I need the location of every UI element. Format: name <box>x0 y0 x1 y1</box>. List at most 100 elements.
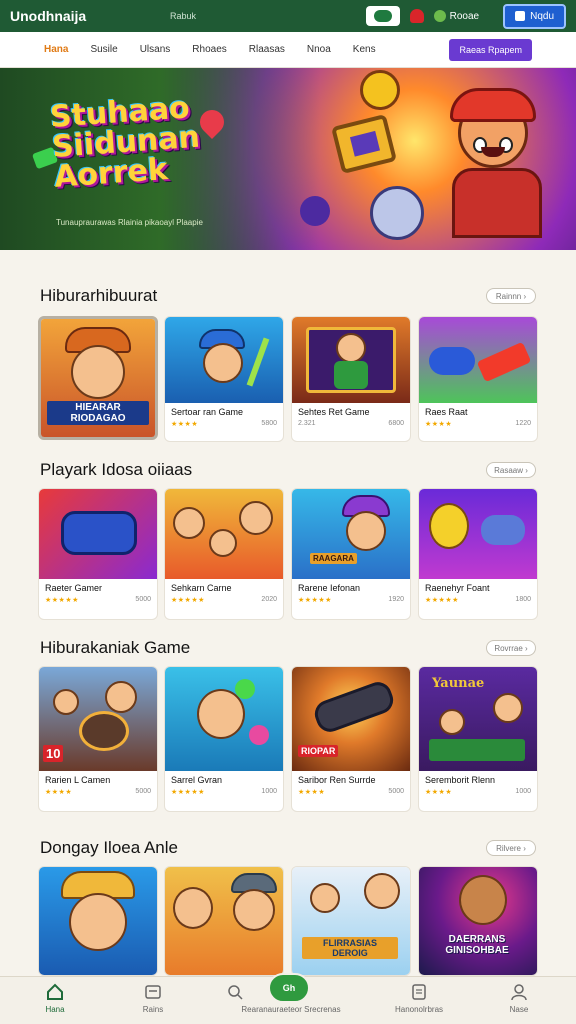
bottom-nav-games[interactable]: Rains <box>108 983 198 1014</box>
game-card[interactable]: Raes Raat ★★★★ 1220 <box>418 316 538 442</box>
login-button[interactable]: Nqdu <box>503 3 566 29</box>
brand-logo[interactable]: Unodhnaija <box>10 8 130 24</box>
mascot-mouth <box>481 147 505 157</box>
search-field[interactable]: Rabuk <box>170 11 350 21</box>
game-meta-row: ★★★★ 5000 <box>39 785 157 796</box>
gamepad-icon <box>429 347 475 375</box>
gamepad-icon <box>481 515 525 545</box>
register-button[interactable]: Raeas Rpapem <box>449 38 532 61</box>
nav-item-5[interactable]: Rlaasas <box>249 44 285 55</box>
nav-item-2[interactable]: Susile <box>90 44 117 55</box>
nav-item-4[interactable]: Rhoaes <box>192 44 226 55</box>
play-count: 1220 <box>515 420 531 427</box>
game-card[interactable]: Raenehyr Foant ★★★★★ 1800 <box>418 488 538 620</box>
play-count: 1000 <box>515 788 531 795</box>
bottom-nav-library[interactable]: Hanonolrbras <box>374 983 464 1014</box>
bottom-nav-home[interactable]: Hana <box>10 983 100 1014</box>
character-face <box>105 681 137 713</box>
game-card[interactable]: Yaunae Seremborit Rlenn ★★★★ 1000 <box>418 666 538 812</box>
see-more-button[interactable]: Rilvere › <box>486 840 536 856</box>
coin-balance[interactable]: Rooae <box>433 10 480 22</box>
play-count: 5800 <box>261 420 277 427</box>
game-card[interactable] <box>38 866 158 976</box>
game-card[interactable]: HIEARAR RIODAGAO <box>38 316 158 440</box>
game-logo-text: Yaunae <box>432 676 485 691</box>
mushroom-icon[interactable] <box>409 9 424 23</box>
game-card[interactable]: Sehtes Ret Game 2.321 6800 <box>291 316 411 442</box>
game-meta-row: ★★★★ 5800 <box>165 417 283 428</box>
game-logo-text: 10 <box>43 745 64 762</box>
nav-item-6[interactable]: Nnoa <box>307 44 331 55</box>
see-more-label: Rilvere <box>496 843 521 853</box>
section-3: Hiburakaniak Game Rovrrae › 10 Rarien L … <box>0 636 576 816</box>
nav-item-7[interactable]: Kens <box>353 44 376 55</box>
section-4: Dongay Iloea Anle Rilvere › FLIRRASIAS D… <box>0 836 576 976</box>
play-center-button[interactable]: Gh <box>268 973 310 1003</box>
play-count: 5000 <box>135 596 151 603</box>
character-face <box>310 883 340 913</box>
see-more-label: Rovrrae <box>494 643 523 653</box>
rating-stars: ★★★★★ <box>171 789 205 796</box>
bottom-nav-label: Nase <box>509 1005 529 1014</box>
game-card[interactable]: RAAGARA Rarene Iefonan ★★★★★ 1920 <box>291 488 411 620</box>
character-face <box>209 529 237 557</box>
game-card[interactable]: Sehkarn Carne ★★★★★ 2020 <box>164 488 284 620</box>
game-meta-row: ★★★★ 1220 <box>419 417 537 428</box>
bottom-nav-profile[interactable]: Nase <box>474 983 564 1014</box>
user-icon <box>515 11 526 21</box>
nav-item-3[interactable]: Ulsans <box>140 44 171 55</box>
game-card[interactable]: Sertoar ran Game ★★★★ 5800 <box>164 316 284 442</box>
game-thumbnail <box>165 667 283 771</box>
play-count: 5000 <box>388 788 404 795</box>
game-logo-text: RAAGARA <box>310 553 357 564</box>
rating-stars: ★★★★★ <box>298 597 332 604</box>
character-face <box>239 501 273 535</box>
game-logo-text: FLIRRASIAS DEROIG <box>302 937 398 959</box>
game-thumbnail: RIOPAR <box>292 667 410 771</box>
hero-banner[interactable]: Stuhaao Siidunan Aorrek Tunaupraurawas R… <box>0 68 576 250</box>
see-more-button[interactable]: Rasaaw › <box>486 462 536 478</box>
home-icon <box>47 983 63 1000</box>
gamepad-button[interactable] <box>365 6 400 26</box>
nav-item-home[interactable]: Hana <box>44 44 68 55</box>
character-body <box>334 361 368 389</box>
section-header: Dongay Iloea Anle Rilvere › <box>40 838 540 860</box>
rating-value: 2.321 <box>298 420 316 427</box>
game-meta-row: ★★★★★ 1920 <box>292 593 410 604</box>
game-card[interactable]: Sarrel Gvran ★★★★★ 1000 <box>164 666 284 812</box>
coin-label: Rooae <box>449 10 480 22</box>
game-thumbnail: 10 <box>39 667 157 771</box>
game-thumbnail <box>292 317 410 403</box>
play-center-label: Gh <box>282 983 296 993</box>
see-more-button[interactable]: Rainnn › <box>486 288 536 304</box>
rating-stars: ★★★★ <box>425 421 453 428</box>
bottom-nav: Hana Rains Rearanauraeteor Srecrenas Gh … <box>0 973 576 1024</box>
game-card[interactable]: RIOPAR Saribor Ren Surrde ★★★★ 5000 <box>291 666 411 812</box>
play-count: 2020 <box>261 596 277 603</box>
game-title: Raeter Gamer <box>45 583 103 593</box>
character-face <box>439 709 465 735</box>
section-title: Hiburarhibuurat <box>40 286 158 305</box>
login-label: Nqdu <box>530 10 554 22</box>
see-more-button[interactable]: Rovrrae › <box>486 640 536 656</box>
treasure-cube-icon <box>331 113 397 175</box>
game-thumbnail <box>419 317 537 403</box>
game-card[interactable]: FLIRRASIAS DEROIG <box>291 866 411 976</box>
game-logo-text: RIOPAR <box>298 745 339 757</box>
mascot-body <box>452 168 542 238</box>
game-card[interactable]: 10 Rarien L Camen ★★★★ 5000 <box>38 666 158 812</box>
blaster-icon <box>476 341 532 383</box>
game-logo-text: HIEARAR RIODAGAO <box>47 401 149 425</box>
game-table <box>429 739 525 761</box>
game-card[interactable] <box>164 866 284 976</box>
character-face <box>364 873 400 909</box>
bottom-nav-label: Hanonolrbras <box>394 1005 444 1014</box>
game-meta-row: ★★★★★ 2020 <box>165 593 283 604</box>
section-2: Playark Idosa oiiaas Rasaaw › Raeter Gam… <box>0 458 576 622</box>
game-meta-row: ★★★★★ 1800 <box>419 593 537 604</box>
game-card[interactable]: Raeter Gamer ★★★★★ 5000 <box>38 488 158 620</box>
section-title: Playark Idosa oiiaas <box>40 460 193 479</box>
game-card[interactable]: DAERRANS GINISOHBAE <box>418 866 538 976</box>
character-face <box>336 333 366 363</box>
game-thumbnail <box>39 867 157 975</box>
